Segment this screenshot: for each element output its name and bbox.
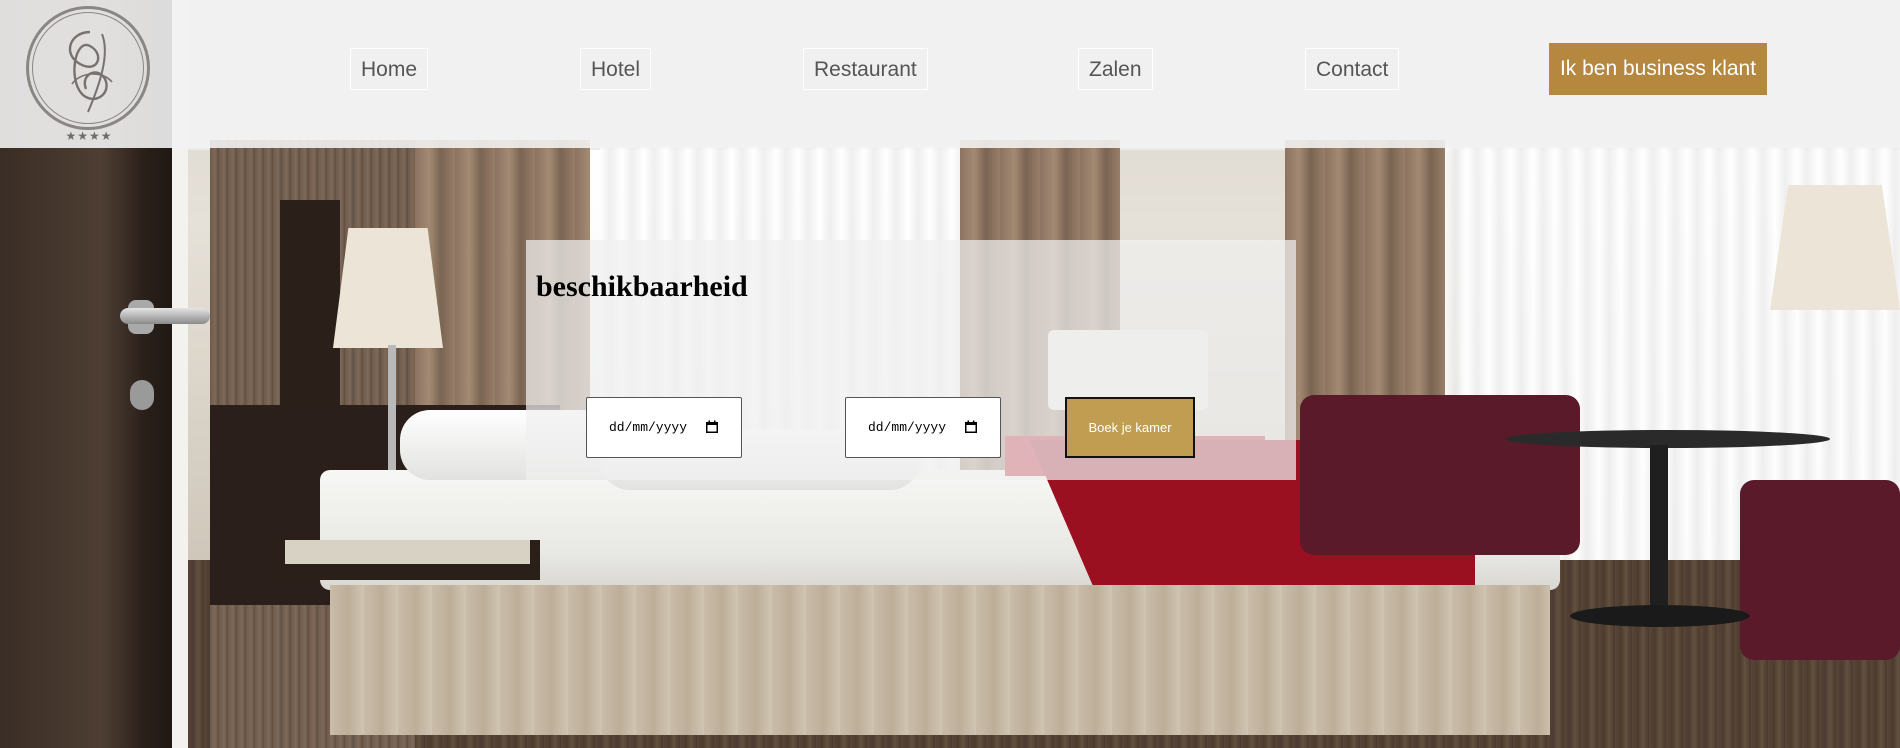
side-table-leg xyxy=(1650,445,1668,615)
availability-title: beschikbaarheid xyxy=(536,270,748,303)
calendar-icon[interactable] xyxy=(705,420,719,434)
site-header: ★★★★ Home Hotel Restaurant Zalen Contact… xyxy=(0,0,1900,148)
monogram-logo-icon xyxy=(68,30,113,113)
checkin-date-placeholder: dd/mm/yyyy xyxy=(609,420,688,435)
door-handle xyxy=(120,308,210,324)
logo-link[interactable]: ★★★★ xyxy=(24,4,154,144)
armchair-right xyxy=(1740,480,1900,660)
nav-item-hotel[interactable]: Hotel xyxy=(580,48,652,90)
nav-item-zalen[interactable]: Zalen xyxy=(1078,48,1153,90)
magazines xyxy=(285,540,530,564)
business-customer-button[interactable]: Ik ben business klant xyxy=(1549,43,1767,95)
logo-star-rating: ★★★★ xyxy=(65,129,113,143)
nav-item-home[interactable]: Home xyxy=(350,48,429,90)
checkout-date-input[interactable]: dd/mm/yyyy xyxy=(845,397,1001,458)
checkin-date-input[interactable]: dd/mm/yyyy xyxy=(586,397,742,458)
nav-item-restaurant[interactable]: Restaurant xyxy=(803,48,928,90)
availability-panel: beschikbaarheid dd/mm/yyyy dd/mm/yyyy Bo… xyxy=(526,240,1296,480)
armchair-left xyxy=(1300,395,1580,555)
bedside-lamp xyxy=(333,228,443,348)
checkout-date-placeholder: dd/mm/yyyy xyxy=(868,420,947,435)
door-lock xyxy=(130,380,154,410)
bed-skirt xyxy=(330,585,1550,735)
floor-lamp xyxy=(1770,185,1900,310)
calendar-icon[interactable] xyxy=(964,420,978,434)
nav-item-contact[interactable]: Contact xyxy=(1305,48,1400,90)
side-table-base xyxy=(1570,605,1750,627)
book-room-button[interactable]: Boek je kamer xyxy=(1065,397,1195,458)
